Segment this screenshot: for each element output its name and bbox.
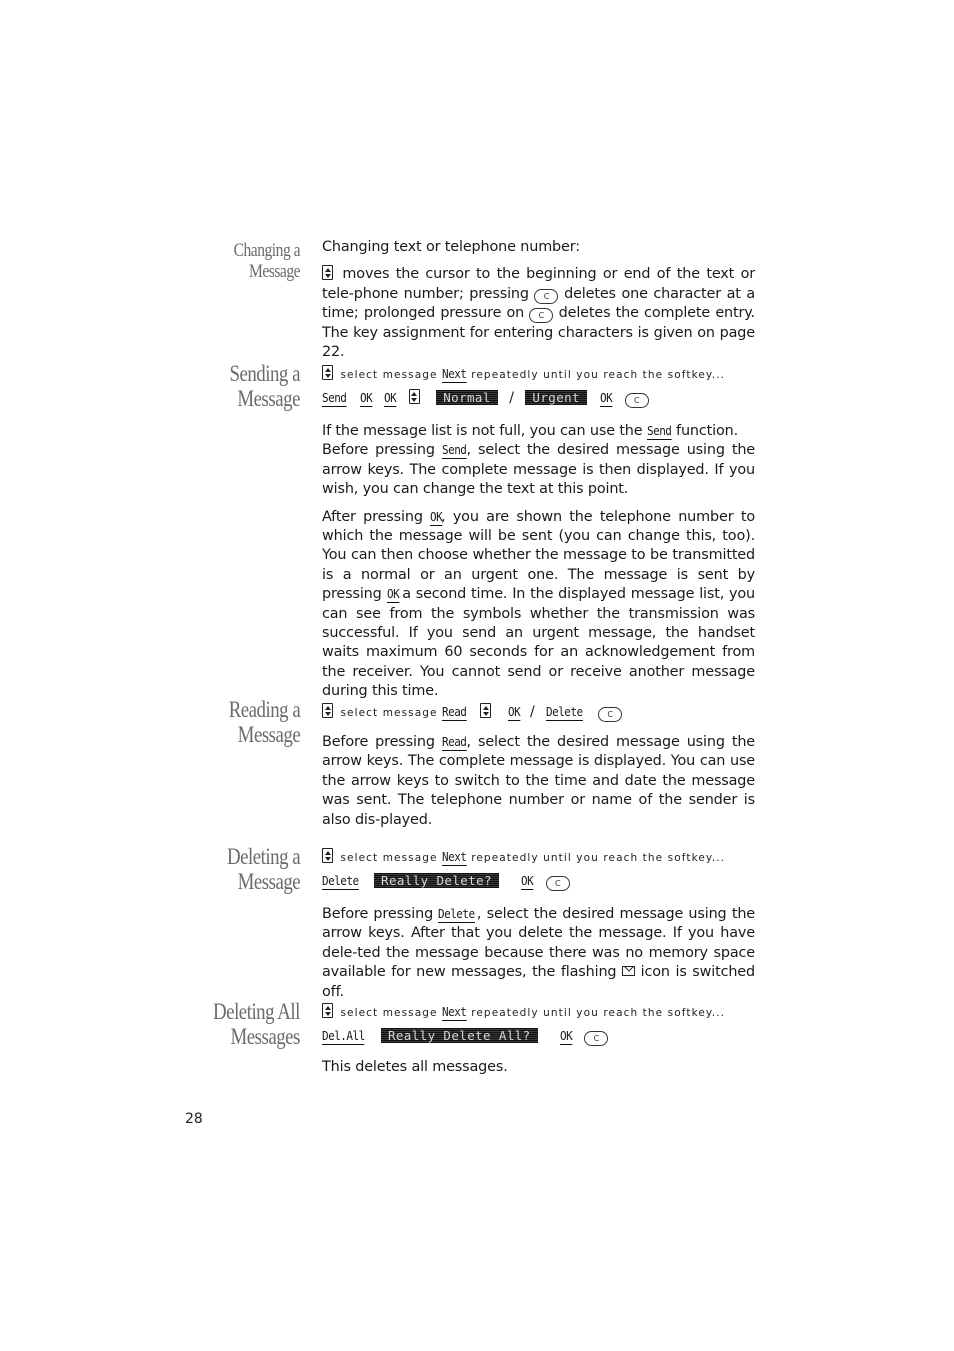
heading-line: Sending a <box>229 361 301 386</box>
section-heading: Sending a Message <box>229 361 301 411</box>
updown-arrow-key-icon <box>322 1003 333 1018</box>
key-sequence: Delete Really Delete? OK C <box>322 869 755 895</box>
softkey-ok: OK <box>507 704 520 721</box>
heading-line: Changing a <box>233 240 301 261</box>
text-run: function. <box>671 423 739 439</box>
softkey-delete: Delete <box>546 704 583 721</box>
step-text: repeatedly until you reach the softkey..… <box>471 1007 726 1019</box>
section-body: Changing text or telephone number: moves… <box>322 238 755 370</box>
softkey-ok: OK <box>600 390 613 407</box>
softkey-ok: OK <box>384 390 397 407</box>
heading-line: Message <box>237 386 300 411</box>
updown-arrow-key-icon <box>480 703 492 718</box>
c-key-icon: C <box>545 876 570 891</box>
paragraph: Before pressing Read, select the desired… <box>322 733 755 830</box>
updown-arrow-key-icon <box>322 365 333 380</box>
heading-line: Deleting a <box>226 844 301 869</box>
updown-arrow-key-icon <box>322 265 333 281</box>
softkey-ok: OK <box>560 1028 573 1045</box>
paragraph: If the message list is not full, you can… <box>322 422 755 441</box>
step-text: select message <box>340 369 438 381</box>
page-number: 28 <box>185 1111 203 1127</box>
key-sequence: Del.All Really Delete All? OK C <box>322 1024 755 1050</box>
heading-line: Message <box>237 869 300 894</box>
text-run: After pressing <box>322 508 431 525</box>
softkey-send: Send <box>322 390 347 407</box>
updown-arrow-key-icon <box>408 389 420 404</box>
c-key-icon: C <box>624 393 649 408</box>
softkey-read: Read <box>442 704 467 721</box>
softkey-read: Read <box>441 734 467 751</box>
display-option-urgent: Urgent <box>525 390 587 405</box>
section-heading: Changing a Message <box>233 240 301 282</box>
step-text: select message <box>340 852 438 864</box>
updown-arrow-key-icon <box>322 703 333 718</box>
section-body: select message Read OK / Delete C Before… <box>322 700 755 838</box>
softkey-next: Next <box>442 849 467 866</box>
section-heading: Deleting a Message <box>226 844 301 894</box>
softkey-ok: OK <box>430 508 443 526</box>
step-instruction: select message Next repeatedly until you… <box>322 1002 755 1024</box>
text-run: If the message list is not full, you can… <box>322 423 647 439</box>
display-option-normal: Normal <box>436 390 498 405</box>
separator: / <box>509 390 514 406</box>
paragraph: After pressing OK, you are shown the tel… <box>322 508 755 702</box>
heading-line: Deleting All <box>213 999 300 1024</box>
softkey-next: Next <box>442 366 467 383</box>
intro-text: Changing text or telephone number: <box>322 239 580 255</box>
key-sequence: Send OK OK Normal / Urgent OK C <box>322 386 755 412</box>
softkey-delete-all: Del.All <box>322 1028 365 1045</box>
section-body: select message Next repeatedly until you… <box>322 364 755 710</box>
step-instruction: select message Next repeatedly until you… <box>322 847 755 869</box>
paragraph: moves the cursor to the beginning or end… <box>322 265 755 362</box>
softkey-next: Next <box>442 1004 467 1021</box>
softkey-delete: Delete <box>438 906 475 923</box>
paragraph: This deletes all messages. <box>322 1059 508 1075</box>
heading-line: Messages <box>230 1024 301 1049</box>
text-run: Before pressing <box>322 906 439 922</box>
softkey-ok: OK <box>360 390 373 407</box>
softkey-delete: Delete <box>322 873 359 890</box>
separator: / <box>529 704 535 720</box>
step-instruction: select message Next repeatedly until you… <box>322 364 755 386</box>
envelope-icon <box>622 966 636 977</box>
softkey-ok: OK <box>386 586 399 604</box>
c-key-icon: C <box>584 1031 609 1046</box>
softkey-ok: OK <box>521 873 534 890</box>
section-heading: Deleting All Messages <box>213 999 300 1049</box>
c-key-icon: C <box>534 288 559 304</box>
step-text: repeatedly until you reach the softkey..… <box>471 852 726 864</box>
updown-arrow-key-icon <box>322 848 333 863</box>
section-heading: Reading a Message <box>228 697 300 747</box>
section-body: select message Next repeatedly until you… <box>322 1002 755 1085</box>
softkey-send: Send <box>441 442 467 460</box>
paragraph: Before pressing Delete, select the desir… <box>322 905 755 1002</box>
c-key-icon: C <box>529 308 554 324</box>
display-really-delete-all: Really Delete All? <box>380 1028 538 1043</box>
text-run: Before pressing <box>322 442 442 459</box>
step-text: repeatedly until you reach the softkey..… <box>471 369 726 381</box>
heading-line: Message <box>248 261 301 282</box>
text-run: Before pressing <box>322 734 442 750</box>
softkey-send: Send <box>646 423 672 440</box>
section-body: select message Next repeatedly until you… <box>322 847 755 1010</box>
step-text: select message <box>340 1007 438 1019</box>
paragraph: Before pressing Send, select the desired… <box>322 441 755 499</box>
step-text: select message <box>340 707 438 719</box>
display-really-delete: Really Delete? <box>374 873 499 888</box>
heading-line: Reading a <box>228 697 300 722</box>
key-sequence: select message Read OK / Delete C <box>322 700 755 726</box>
c-key-icon: C <box>598 707 623 722</box>
heading-line: Message <box>237 722 300 747</box>
